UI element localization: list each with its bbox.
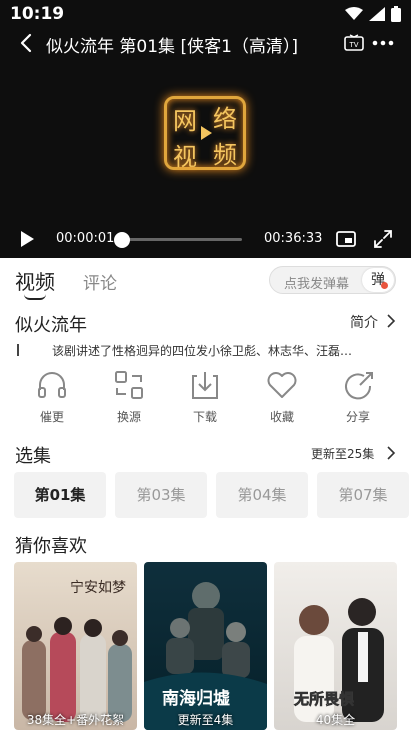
share-icon — [345, 372, 373, 400]
episode-item[interactable]: 第07集 — [317, 472, 409, 518]
episode-item[interactable]: 第04集 — [216, 472, 308, 518]
download-icon — [192, 372, 218, 399]
wifi-icon — [345, 7, 363, 20]
action-favorite[interactable]: 收藏 — [252, 370, 312, 425]
status-bar: 10:19 — [0, 0, 411, 28]
picture-in-picture-icon[interactable] — [336, 230, 356, 248]
video-title: 似火流年 第01集 [侠客1（高清）] — [46, 37, 299, 57]
recommend-poster[interactable]: 宁安如梦 38集全+番外花絮 — [14, 562, 137, 730]
content-tabs: 视频 评论 点我发弹幕 弹 — [0, 260, 411, 304]
episode-item[interactable]: 第01集 — [14, 472, 106, 518]
poster-caption: 38集全+番外花絮 — [26, 713, 125, 727]
danmu-input[interactable]: 点我发弹幕 弹 — [269, 266, 396, 294]
danmu-placeholder: 点我发弹幕 — [284, 277, 350, 292]
poster-title-text: 宁安如梦 — [70, 579, 126, 596]
danmu-toggle-button[interactable]: 弹 — [362, 268, 394, 292]
recommend-title: 猜你喜欢 — [15, 536, 87, 557]
action-label: 下载 — [192, 410, 217, 424]
show-description: 该剧讲述了性格迥异的四位发小徐卫彪、林志华、汪磊… — [15, 342, 395, 359]
back-arrow-icon[interactable] — [16, 32, 38, 54]
fullscreen-icon[interactable] — [373, 229, 393, 249]
progress-bar[interactable] — [114, 232, 242, 248]
more-options-icon[interactable] — [372, 34, 394, 52]
action-label: 换源 — [116, 410, 141, 424]
recommend-poster[interactable]: 无所畏惧 40集全 — [274, 562, 397, 730]
channel-logo: 网 络 视 频 — [164, 96, 246, 171]
video-player[interactable]: 10:19 似火流年 第01集 [侠客1（高清）] TV 网 络 视 频 00:… — [0, 0, 411, 258]
episodes-updated-link[interactable]: 更新至25集 — [311, 445, 374, 462]
action-share[interactable]: 分享 — [328, 370, 388, 425]
episodes-title: 选集 — [15, 446, 51, 467]
poster-image: 无所畏惧 — [274, 562, 397, 730]
poster-image: 宁安如梦 — [14, 562, 137, 730]
play-icon[interactable] — [18, 230, 36, 248]
chevron-right-icon[interactable] — [386, 446, 396, 460]
progress-knob[interactable] — [114, 232, 130, 248]
poster-caption: 40集全 — [315, 713, 356, 727]
total-time: 00:36:33 — [264, 231, 323, 246]
action-download[interactable]: 下载 — [175, 370, 235, 425]
action-label: 分享 — [345, 410, 370, 424]
show-title: 似火流年 — [15, 315, 87, 336]
intro-link[interactable]: 简介 — [350, 312, 378, 332]
action-switch-source[interactable]: 换源 — [99, 370, 159, 425]
battery-icon — [391, 6, 401, 22]
switch-source-icon — [115, 371, 143, 399]
signal-icon — [369, 7, 385, 21]
heart-icon — [267, 372, 297, 398]
logo-char: 网 — [173, 107, 197, 135]
status-icons — [345, 6, 401, 22]
svg-text:TV: TV — [348, 41, 358, 49]
headphones-icon — [38, 372, 66, 398]
action-label: 收藏 — [269, 410, 294, 424]
episode-list: 第01集 第03集 第04集 第07集 — [14, 472, 411, 518]
show-description-text: 该剧讲述了性格迥异的四位发小徐卫彪、林志华、汪磊… — [52, 344, 353, 358]
tab-active-indicator — [24, 294, 46, 300]
poster-title-text: 无所畏惧 — [293, 690, 354, 708]
tab-comment[interactable]: 评论 — [83, 269, 117, 294]
logo-char: 视 — [173, 143, 197, 171]
status-time: 10:19 — [10, 4, 65, 24]
logo-char: 络 — [213, 105, 237, 133]
tv-cast-icon[interactable]: TV — [344, 34, 364, 52]
player-controls: 00:00:01 00:36:33 — [0, 226, 411, 252]
action-remind-update[interactable]: 催更 — [22, 370, 82, 425]
logo-char: 频 — [213, 141, 237, 169]
poster-image: 南海归墟 — [144, 562, 267, 730]
chevron-right-icon[interactable] — [386, 314, 396, 328]
action-bar: 催更 换源 下载 收藏 分享 — [0, 370, 411, 432]
action-label: 催更 — [39, 410, 64, 424]
logo-play-icon — [201, 126, 212, 140]
poster-title-text: 南海归墟 — [162, 688, 230, 709]
danmu-status-dot — [381, 282, 388, 289]
episode-item[interactable]: 第03集 — [115, 472, 207, 518]
tab-video[interactable]: 视频 — [15, 266, 55, 295]
recommend-poster[interactable]: 南海归墟 更新至4集 — [144, 562, 267, 730]
player-title-bar: 似火流年 第01集 [侠客1（高清）] TV — [0, 30, 411, 57]
poster-caption: 更新至4集 — [177, 713, 234, 727]
recommend-list: 宁安如梦 38集全+番外花絮 南海归墟 更新至4集 无所畏惧 40集全 — [14, 562, 411, 730]
current-time: 00:00:01 — [56, 231, 115, 246]
